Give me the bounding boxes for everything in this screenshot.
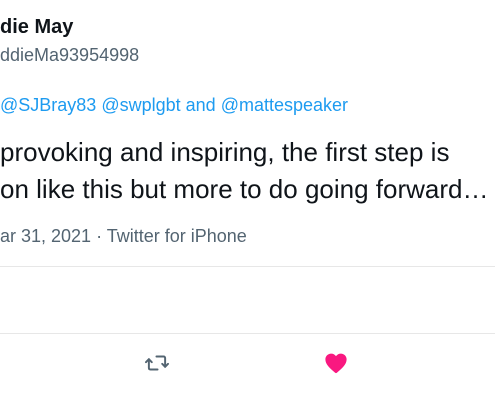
- meta-separator: ·: [91, 226, 107, 246]
- mention-sjbray83[interactable]: @SJBray83: [0, 95, 96, 115]
- tweet-text: provoking and inspiring, the first step …: [0, 134, 488, 208]
- tweet-text-line: on like this but more to do going forwar…: [0, 174, 489, 204]
- author-handle[interactable]: ddieMa93954998: [0, 45, 139, 66]
- heart-icon: [325, 353, 347, 374]
- replying-to-line: @SJBray83 @swplgbt and @mattespeaker: [0, 95, 348, 116]
- tweet-date[interactable]: ar 31, 2021: [0, 226, 91, 246]
- like-button[interactable]: [319, 346, 353, 380]
- author-display-name[interactable]: die May: [0, 16, 73, 39]
- retweet-button[interactable]: [140, 346, 174, 380]
- mention-conjunction: and: [180, 95, 221, 115]
- mention-mattespeaker[interactable]: @mattespeaker: [221, 95, 348, 115]
- divider: [0, 266, 495, 267]
- retweet-icon: [144, 355, 170, 371]
- tweet-source[interactable]: Twitter for iPhone: [107, 226, 247, 246]
- tweet-text-line: provoking and inspiring, the first step …: [0, 137, 450, 167]
- tweet-meta: ar 31, 2021 · Twitter for iPhone: [0, 226, 247, 247]
- mention-swplgbt[interactable]: @swplgbt: [101, 95, 180, 115]
- divider: [0, 333, 495, 334]
